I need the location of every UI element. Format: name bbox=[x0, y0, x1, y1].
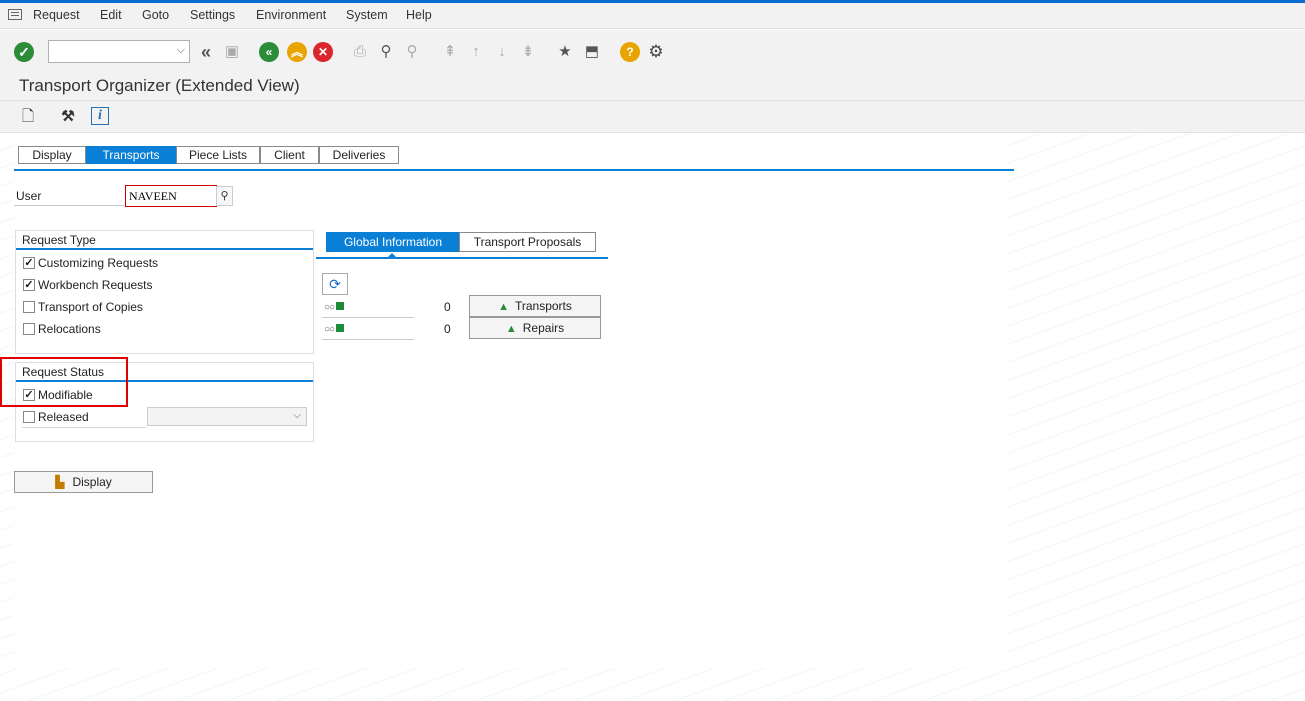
first-page-icon[interactable]: ⇞ bbox=[440, 42, 460, 62]
command-input[interactable] bbox=[49, 41, 169, 62]
tab-piece-lists[interactable]: Piece Lists bbox=[176, 146, 260, 164]
chevron-down-icon[interactable]: ⌵ bbox=[177, 44, 185, 57]
standard-toolbar: ✓ ⌵ « ▣ « ︽ ✕ ⎙ ⚲ ⚲ ⇞ ↑ ↓ ⇟ ★ ⬒ ? ⚙ bbox=[0, 30, 1305, 70]
checkbox-unchecked-icon[interactable] bbox=[23, 301, 35, 313]
window-menu-icon[interactable] bbox=[8, 9, 22, 20]
status-row-transports: ○○ bbox=[322, 298, 414, 318]
checkbox-label: Customizing Requests bbox=[38, 256, 159, 270]
refresh-icon[interactable]: ⟳ bbox=[322, 273, 348, 295]
hierarchy-icon: ▙ bbox=[55, 475, 65, 489]
page-title: Transport Organizer (Extended View) bbox=[19, 76, 300, 95]
menu-system[interactable]: System bbox=[346, 8, 388, 22]
user-input[interactable] bbox=[126, 186, 214, 206]
user-label-underline bbox=[14, 205, 124, 206]
command-field[interactable]: ⌵ bbox=[48, 40, 190, 63]
tab-global-information[interactable]: Global Information bbox=[326, 232, 460, 252]
checkbox-unchecked-icon[interactable] bbox=[23, 323, 35, 335]
user-label: User bbox=[16, 189, 42, 203]
menu-help[interactable]: Help bbox=[406, 8, 432, 22]
status-row-repairs: ○○ bbox=[322, 320, 414, 340]
repairs-count: 0 bbox=[444, 322, 451, 336]
settings-icon[interactable]: ⚙ bbox=[646, 42, 666, 62]
repair-icon: ▲ bbox=[505, 323, 517, 335]
previous-page-icon[interactable]: ↑ bbox=[466, 42, 486, 62]
tab-display[interactable]: Display bbox=[18, 146, 86, 164]
tools-icon[interactable]: ⚒ bbox=[58, 107, 78, 127]
create-document-icon[interactable]: 🗋 bbox=[18, 107, 38, 127]
checkbox-checked-icon[interactable]: ✓ bbox=[23, 257, 35, 269]
status-lights-icon: ○○ bbox=[324, 302, 345, 313]
transports-button[interactable]: ▲ Transports bbox=[469, 295, 601, 317]
back-double-icon[interactable]: « bbox=[196, 42, 216, 62]
transports-button-label: Transports bbox=[514, 299, 572, 313]
menu-bar: Request Edit Goto Settings Environment S… bbox=[0, 3, 1305, 29]
save-icon[interactable]: ▣ bbox=[222, 42, 242, 62]
application-toolbar: 🗋 ⚒ i bbox=[0, 101, 1305, 133]
transports-count: 0 bbox=[444, 300, 451, 314]
checkbox-label: Released bbox=[38, 410, 89, 424]
chevron-down-icon[interactable]: ⌵ bbox=[293, 410, 301, 421]
menu-environment[interactable]: Environment bbox=[256, 8, 326, 22]
released-dropdown[interactable]: ⌵ bbox=[147, 407, 307, 426]
checkbox-label: Transport of Copies bbox=[38, 300, 143, 314]
request-type-group: Request Type ✓ Customizing Requests ✓ Wo… bbox=[15, 230, 314, 354]
menu-settings[interactable]: Settings bbox=[190, 8, 235, 22]
next-page-icon[interactable]: ↓ bbox=[492, 42, 512, 62]
tab-transports[interactable]: Transports bbox=[86, 146, 176, 164]
menu-request[interactable]: Request bbox=[33, 8, 80, 22]
repairs-button[interactable]: ▲ Repairs bbox=[469, 317, 601, 339]
user-field[interactable] bbox=[125, 185, 217, 207]
right-tabstrip-underline bbox=[316, 257, 608, 259]
display-button[interactable]: ▙ Display bbox=[14, 471, 153, 493]
checkbox-unchecked-icon[interactable] bbox=[23, 411, 35, 423]
tab-client[interactable]: Client bbox=[260, 146, 319, 164]
display-button-label: Display bbox=[72, 475, 112, 489]
menu-goto[interactable]: Goto bbox=[142, 8, 169, 22]
checkbox-label: Workbench Requests bbox=[38, 278, 153, 292]
menu-edit[interactable]: Edit bbox=[100, 8, 122, 22]
repairs-button-label: Repairs bbox=[522, 321, 565, 335]
enter-icon[interactable]: ✓ bbox=[14, 42, 34, 62]
find-next-icon[interactable]: ⚲ bbox=[402, 42, 422, 62]
released-underline bbox=[22, 427, 146, 428]
title-bar: Transport Organizer (Extended View) bbox=[0, 70, 1305, 101]
back-icon[interactable]: « bbox=[259, 42, 279, 62]
shortcut-icon[interactable]: ⬒ bbox=[582, 42, 602, 62]
tabstrip-underline bbox=[14, 169, 1014, 171]
find-icon[interactable]: ⚲ bbox=[376, 42, 396, 62]
info-icon[interactable]: i bbox=[91, 107, 109, 125]
group-title-underline bbox=[16, 248, 313, 250]
tab-deliveries[interactable]: Deliveries bbox=[319, 146, 399, 164]
request-type-title: Request Type bbox=[22, 233, 96, 247]
exit-icon[interactable]: ︽ bbox=[287, 42, 307, 62]
checkbox-checked-icon[interactable]: ✓ bbox=[23, 279, 35, 291]
search-help-icon[interactable]: ⚲ bbox=[216, 186, 233, 206]
help-icon[interactable]: ? bbox=[620, 42, 640, 62]
highlight-annotation bbox=[0, 357, 128, 407]
checkbox-label: Relocations bbox=[38, 322, 101, 336]
print-icon[interactable]: ⎙ bbox=[350, 42, 370, 62]
tab-transport-proposals[interactable]: Transport Proposals bbox=[459, 232, 596, 252]
new-session-icon[interactable]: ★ bbox=[555, 42, 575, 62]
active-tab-marker bbox=[387, 253, 397, 258]
last-page-icon[interactable]: ⇟ bbox=[518, 42, 538, 62]
cancel-icon[interactable]: ✕ bbox=[313, 42, 333, 62]
transport-truck-icon: ▲ bbox=[498, 301, 509, 313]
status-lights-icon: ○○ bbox=[324, 324, 345, 335]
